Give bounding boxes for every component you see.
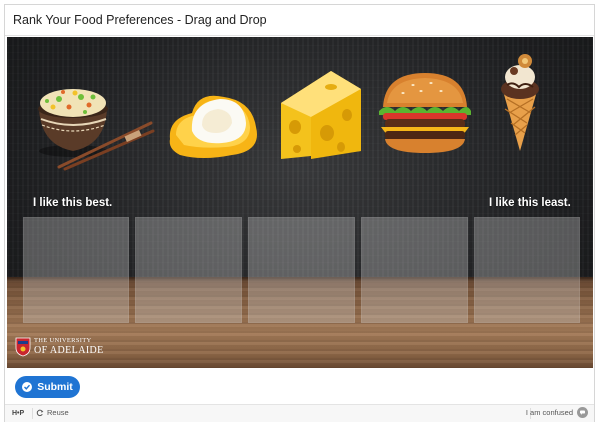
drop-zone-3[interactable] <box>248 217 355 323</box>
drop-zone-5[interactable] <box>474 217 580 323</box>
cheeseburger-draggable[interactable] <box>375 69 475 157</box>
drag-and-drop-stage: I like this best. I like this least. THE… <box>7 37 593 368</box>
ice-cream-draggable[interactable] <box>497 51 543 155</box>
submit-button[interactable]: Submit <box>15 376 80 398</box>
footer-divider <box>32 408 33 419</box>
page-title: Rank Your Food Preferences - Drag and Dr… <box>5 5 594 36</box>
least-rank-label: I like this least. <box>489 197 571 209</box>
fried-rice-draggable[interactable] <box>29 79 157 171</box>
drop-zone-4[interactable] <box>361 217 468 323</box>
h5p-footer: H•P Reuse I am confused <box>5 404 594 422</box>
university-name-top: THE UNIVERSITY <box>34 337 92 345</box>
submit-label: Submit <box>37 381 73 393</box>
cheese-draggable[interactable] <box>275 67 367 165</box>
reuse-button[interactable]: Reuse <box>36 408 69 417</box>
university-logo: THE UNIVERSITY OF ADELAIDE <box>15 337 104 357</box>
best-rank-label: I like this best. <box>33 197 113 209</box>
university-crest-icon <box>15 337 31 357</box>
confused-label: I am confused <box>525 408 573 417</box>
h5p-logo[interactable]: H•P <box>12 410 24 417</box>
check-icon <box>22 382 33 392</box>
confused-icon <box>577 407 588 418</box>
h5p-frame: Rank Your Food Preferences - Drag and Dr… <box>4 4 595 422</box>
drop-zone-1[interactable] <box>23 217 129 323</box>
university-name-bottom: OF ADELAIDE <box>34 344 104 356</box>
reuse-icon <box>36 409 44 416</box>
drop-zone-2[interactable] <box>135 217 242 323</box>
reuse-label: Reuse <box>47 408 69 417</box>
confused-button[interactable]: I am confused <box>526 407 588 418</box>
poached-egg-draggable[interactable] <box>162 85 267 165</box>
